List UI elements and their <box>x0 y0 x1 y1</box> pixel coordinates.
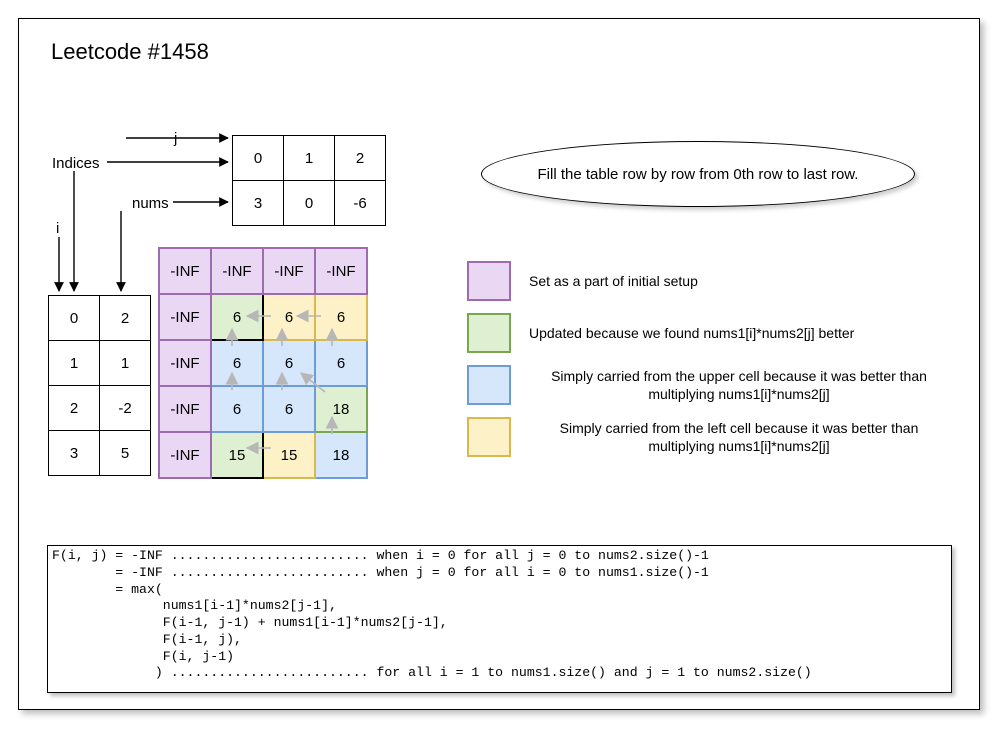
legend: Set as a part of initial setup Updated be… <box>467 261 949 469</box>
instruction-ellipse: Fill the table row by row from 0th row t… <box>481 141 915 207</box>
legend-row: Set as a part of initial setup <box>467 261 949 301</box>
dp-table: -INF-INF-INF-INF-INF666-INF666-INF6618-I… <box>158 247 368 479</box>
left-idx-2: 2 <box>49 386 100 431</box>
dp-cell: -INF <box>159 294 211 340</box>
left-table: 02 11 2-2 35 <box>48 295 151 476</box>
dp-cell: 6 <box>315 340 367 386</box>
dp-cell: 6 <box>211 294 263 340</box>
instruction-text: Fill the table row by row from 0th row t… <box>538 166 859 183</box>
legend-swatch <box>467 261 511 301</box>
legend-row: Updated because we found nums1[i]*nums2[… <box>467 313 949 353</box>
legend-row: Simply carried from the left cell becaus… <box>467 417 949 457</box>
dp-cell: -INF <box>263 248 315 294</box>
legend-swatch <box>467 313 511 353</box>
left-num-1: 1 <box>100 341 151 386</box>
left-num-2: -2 <box>100 386 151 431</box>
left-num-3: 5 <box>100 431 151 476</box>
top-idx-0: 0 <box>233 136 284 181</box>
recurrence-code: F(i, j) = -INF .........................… <box>47 545 952 693</box>
legend-swatch <box>467 417 511 457</box>
j-label: j <box>174 130 177 147</box>
top-idx-2: 2 <box>335 136 386 181</box>
dp-cell: 6 <box>263 386 315 432</box>
legend-text: Updated because we found nums1[i]*nums2[… <box>529 324 854 342</box>
legend-swatch <box>467 365 511 405</box>
i-label: i <box>56 220 59 237</box>
top-num-1: 0 <box>284 181 335 226</box>
left-num-0: 2 <box>100 296 151 341</box>
left-idx-1: 1 <box>49 341 100 386</box>
top-table: 0 1 2 3 0 -6 <box>232 135 386 226</box>
dp-cell: 6 <box>211 340 263 386</box>
legend-text: Set as a part of initial setup <box>529 272 698 290</box>
left-idx-0: 0 <box>49 296 100 341</box>
dp-cell: -INF <box>159 432 211 478</box>
nums-label: nums <box>132 195 169 212</box>
dp-cell: 15 <box>263 432 315 478</box>
dp-cell: -INF <box>159 340 211 386</box>
legend-text: Simply carried from the upper cell becau… <box>529 367 949 403</box>
dp-cell: 15 <box>211 432 263 478</box>
legend-row: Simply carried from the upper cell becau… <box>467 365 949 405</box>
dp-cell: 18 <box>315 432 367 478</box>
dp-cell: -INF <box>159 386 211 432</box>
top-idx-1: 1 <box>284 136 335 181</box>
diagram-page: Leetcode #1458 Indices nums i j 0 1 2 3 … <box>18 18 980 710</box>
page-title: Leetcode #1458 <box>51 39 209 65</box>
dp-cell: 6 <box>315 294 367 340</box>
dp-cell: -INF <box>315 248 367 294</box>
dp-cell: -INF <box>159 248 211 294</box>
top-num-2: -6 <box>335 181 386 226</box>
dp-cell: 6 <box>263 294 315 340</box>
dp-cell: 18 <box>315 386 367 432</box>
left-idx-3: 3 <box>49 431 100 476</box>
indices-label: Indices <box>52 155 100 172</box>
dp-cell: 6 <box>263 340 315 386</box>
dp-cell: -INF <box>211 248 263 294</box>
legend-text: Simply carried from the left cell becaus… <box>529 419 949 455</box>
dp-cell: 6 <box>211 386 263 432</box>
top-num-0: 3 <box>233 181 284 226</box>
